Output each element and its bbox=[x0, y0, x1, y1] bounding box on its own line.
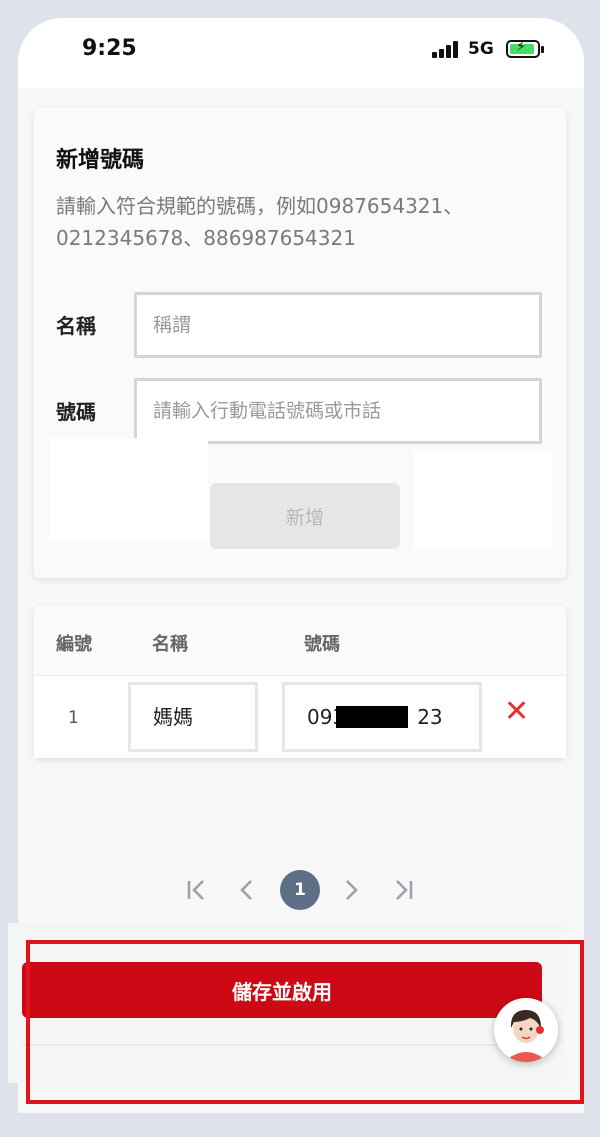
assistant-avatar-icon[interactable] bbox=[494, 998, 558, 1062]
chevron-right-icon bbox=[346, 880, 358, 900]
add-number-card: 新增號碼 請輸入符合規範的號碼，例如0987654321、0212345678、… bbox=[34, 108, 566, 578]
battery-charging-icon: ⚡ bbox=[506, 39, 544, 58]
current-page[interactable]: 1 bbox=[280, 870, 320, 910]
network-type: 5G bbox=[468, 39, 494, 59]
number-input[interactable] bbox=[134, 378, 542, 444]
first-page-button[interactable] bbox=[184, 868, 210, 926]
table-header: 編號 名稱 號碼 bbox=[34, 606, 566, 676]
header-name: 名稱 bbox=[152, 634, 188, 655]
chevron-left-icon bbox=[240, 880, 252, 900]
blank-area-right bbox=[414, 450, 552, 550]
header-number: 號碼 bbox=[304, 634, 340, 655]
prev-page-button[interactable] bbox=[236, 868, 258, 926]
save-and-enable-button[interactable]: 儲存並啟用 bbox=[22, 962, 542, 1018]
last-page-button[interactable] bbox=[390, 868, 416, 926]
card-title: 新增號碼 bbox=[56, 148, 145, 173]
last-page-icon bbox=[396, 880, 413, 900]
status-bar: 9:25 5G ⚡ bbox=[18, 18, 584, 88]
row-number: 1 bbox=[68, 708, 79, 728]
header-no: 編號 bbox=[56, 634, 92, 655]
row-name-field[interactable]: 媽媽 bbox=[128, 682, 258, 752]
number-label: 號碼 bbox=[56, 400, 96, 424]
number-suffix: 23 bbox=[417, 705, 443, 729]
phone-frame: 9:25 5G ⚡ 新增號碼 請輸入符合規範的號碼，例如0987654321、0… bbox=[0, 0, 600, 1137]
redaction-bar bbox=[336, 706, 408, 728]
close-icon[interactable]: ✕ bbox=[504, 694, 529, 729]
numbers-table: 編號 名稱 號碼 1 媽媽 093 23 ✕ bbox=[34, 606, 566, 758]
add-button[interactable]: 新增 bbox=[210, 483, 400, 549]
status-time: 9:25 bbox=[82, 36, 137, 61]
name-input[interactable] bbox=[134, 292, 542, 358]
signal-bars-icon bbox=[432, 40, 462, 58]
name-label: 名稱 bbox=[56, 314, 96, 338]
pagination: 1 bbox=[18, 868, 584, 912]
next-page-button[interactable] bbox=[340, 868, 362, 926]
format-hint: 請輸入符合規範的號碼，例如0987654321、0212345678、88698… bbox=[56, 194, 464, 250]
first-page-icon bbox=[187, 880, 204, 900]
blank-area-left bbox=[50, 438, 208, 540]
divider bbox=[22, 1044, 542, 1046]
